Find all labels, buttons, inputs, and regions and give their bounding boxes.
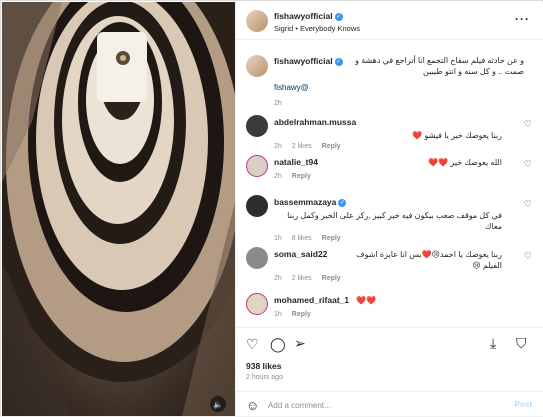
download-icon[interactable]: ⤓ xyxy=(490,335,496,352)
comment-time: 2h xyxy=(274,143,282,150)
comment-username[interactable]: soma_said22 xyxy=(274,249,327,259)
commenter-avatar[interactable] xyxy=(246,195,268,217)
comment-text: ❤️❤️ xyxy=(356,296,376,305)
comment-username[interactable]: natalie_t94 xyxy=(274,157,318,167)
like-comment-heart-icon[interactable]: ♡ xyxy=(524,199,532,210)
comment-likes[interactable]: 8 likes xyxy=(292,235,312,242)
comment-item: bassemmazaya ✓ في كل موقف صعب بيكون فيه خ… xyxy=(236,193,543,243)
audio-track[interactable]: Sigrid • Everybody Knows xyxy=(274,24,360,33)
comment-item: mohamed_rifaat_1 ❤️❤️ 1h Reply xyxy=(236,291,543,326)
reply-button[interactable]: Reply xyxy=(322,275,341,282)
mute-button[interactable]: 🔈 xyxy=(210,396,226,412)
comment-time: 1h xyxy=(274,311,282,318)
likes-count[interactable]: 938 likes xyxy=(246,361,281,371)
caption-text: و عن حادثه فيلم سفاح التجمع انا أتراجع ف… xyxy=(355,56,524,76)
caption-author-avatar[interactable] xyxy=(246,55,268,77)
reply-button[interactable]: Reply xyxy=(322,235,341,242)
post-actions: ♡ ◯ ➢ ⤓ ⛉ 938 likes 2 hours ago ☺ Post xyxy=(236,327,543,417)
more-options-icon[interactable]: ··· xyxy=(515,12,530,26)
comment-icon[interactable]: ◯ xyxy=(270,336,286,353)
emoji-icon[interactable]: ☺ xyxy=(246,398,259,413)
comment-meta: 2h 2 likes Reply xyxy=(274,275,351,282)
caption-time: 2h xyxy=(274,100,282,107)
post-header: fishawyofficial ✓ Sigrid • Everybody Know… xyxy=(236,2,543,40)
verified-badge-icon: ✓ xyxy=(334,12,343,21)
post-video[interactable]: 🔈 xyxy=(2,2,235,416)
comment-time: 2h xyxy=(274,275,282,282)
caption-tag-link[interactable]: fishawy@ xyxy=(274,83,309,92)
verified-badge-icon: ✓ xyxy=(338,198,347,207)
save-bookmark-icon[interactable]: ⛉ xyxy=(516,335,527,352)
comment-text: ربنا يعوضك يا احمد😢❤️بس انا عايزة اشوف ا… xyxy=(356,250,502,270)
reply-button[interactable]: Reply xyxy=(322,143,341,150)
comment-likes[interactable]: 2 likes xyxy=(292,143,312,150)
comment-likes[interactable]: 2 likes xyxy=(292,275,312,282)
comment-username[interactable]: abdelrahman.mussa xyxy=(274,117,356,127)
share-icon[interactable]: ➢ xyxy=(294,335,306,352)
post-time: 2 hours ago xyxy=(246,374,283,381)
commenter-avatar[interactable] xyxy=(246,247,268,269)
author-avatar[interactable] xyxy=(246,10,268,32)
like-comment-heart-icon[interactable]: ♡ xyxy=(524,159,532,170)
speaker-icon: 🔈 xyxy=(213,399,223,409)
comment-text: في كل موقف صعب بيكون فيه خير كبير ,ركز ع… xyxy=(287,211,502,231)
like-heart-icon[interactable]: ♡ xyxy=(246,336,259,353)
spiral-staircase-image xyxy=(2,2,235,416)
comment-username[interactable]: bassemmazaya ✓ xyxy=(274,197,347,207)
comment-username[interactable]: mohamed_rifaat_1 xyxy=(274,295,349,305)
comment-input[interactable] xyxy=(268,398,488,412)
caption: fishawyofficial ✓ و عن حادثه فيلم سفاح ال… xyxy=(236,51,543,111)
comment-time: 1h xyxy=(274,235,282,242)
commenter-avatar[interactable] xyxy=(246,115,268,137)
comment-item: soma_said22 ربنا يعوضك يا احمد😢❤️بس انا … xyxy=(236,245,543,289)
comment-item: abdelrahman.mussa ربنا يعوضك خير يا فيشو… xyxy=(236,113,543,153)
comments-section[interactable]: fishawyofficial ✓ و عن حادثه فيلم سفاح ال… xyxy=(236,41,543,326)
commenter-avatar[interactable] xyxy=(246,293,268,315)
comment-time: 2h xyxy=(274,173,282,180)
comment-meta: 2h Reply xyxy=(274,173,321,180)
comment-meta: 2h 2 likes Reply xyxy=(274,143,351,150)
comment-text: الله يعوضك خير ❤️❤️ xyxy=(428,158,502,167)
add-comment-bar: ☺ Post xyxy=(236,391,543,417)
comment-meta: 1h 8 likes Reply xyxy=(274,235,351,242)
commenter-avatar[interactable] xyxy=(246,155,268,177)
comment-text: ربنا يعوضك خير يا فيشو ❤️ xyxy=(412,131,502,140)
post-button[interactable]: Post xyxy=(515,400,532,409)
like-comment-heart-icon[interactable]: ♡ xyxy=(524,119,532,130)
like-comment-heart-icon[interactable]: ♡ xyxy=(524,251,532,262)
comment-item: natalie_t94 الله يعوضك خير ❤️❤️ 2h Reply … xyxy=(236,153,543,193)
author-username[interactable]: fishawyofficial ✓ xyxy=(274,11,343,21)
post-dialog: 🔈 fishawyofficial ✓ Sigrid • Everybody Kn… xyxy=(0,0,543,416)
reply-button[interactable]: Reply xyxy=(292,173,311,180)
comment-meta: 1h Reply xyxy=(274,311,321,318)
post-sidebar: fishawyofficial ✓ Sigrid • Everybody Know… xyxy=(235,2,543,416)
reply-button[interactable]: Reply xyxy=(292,311,311,318)
